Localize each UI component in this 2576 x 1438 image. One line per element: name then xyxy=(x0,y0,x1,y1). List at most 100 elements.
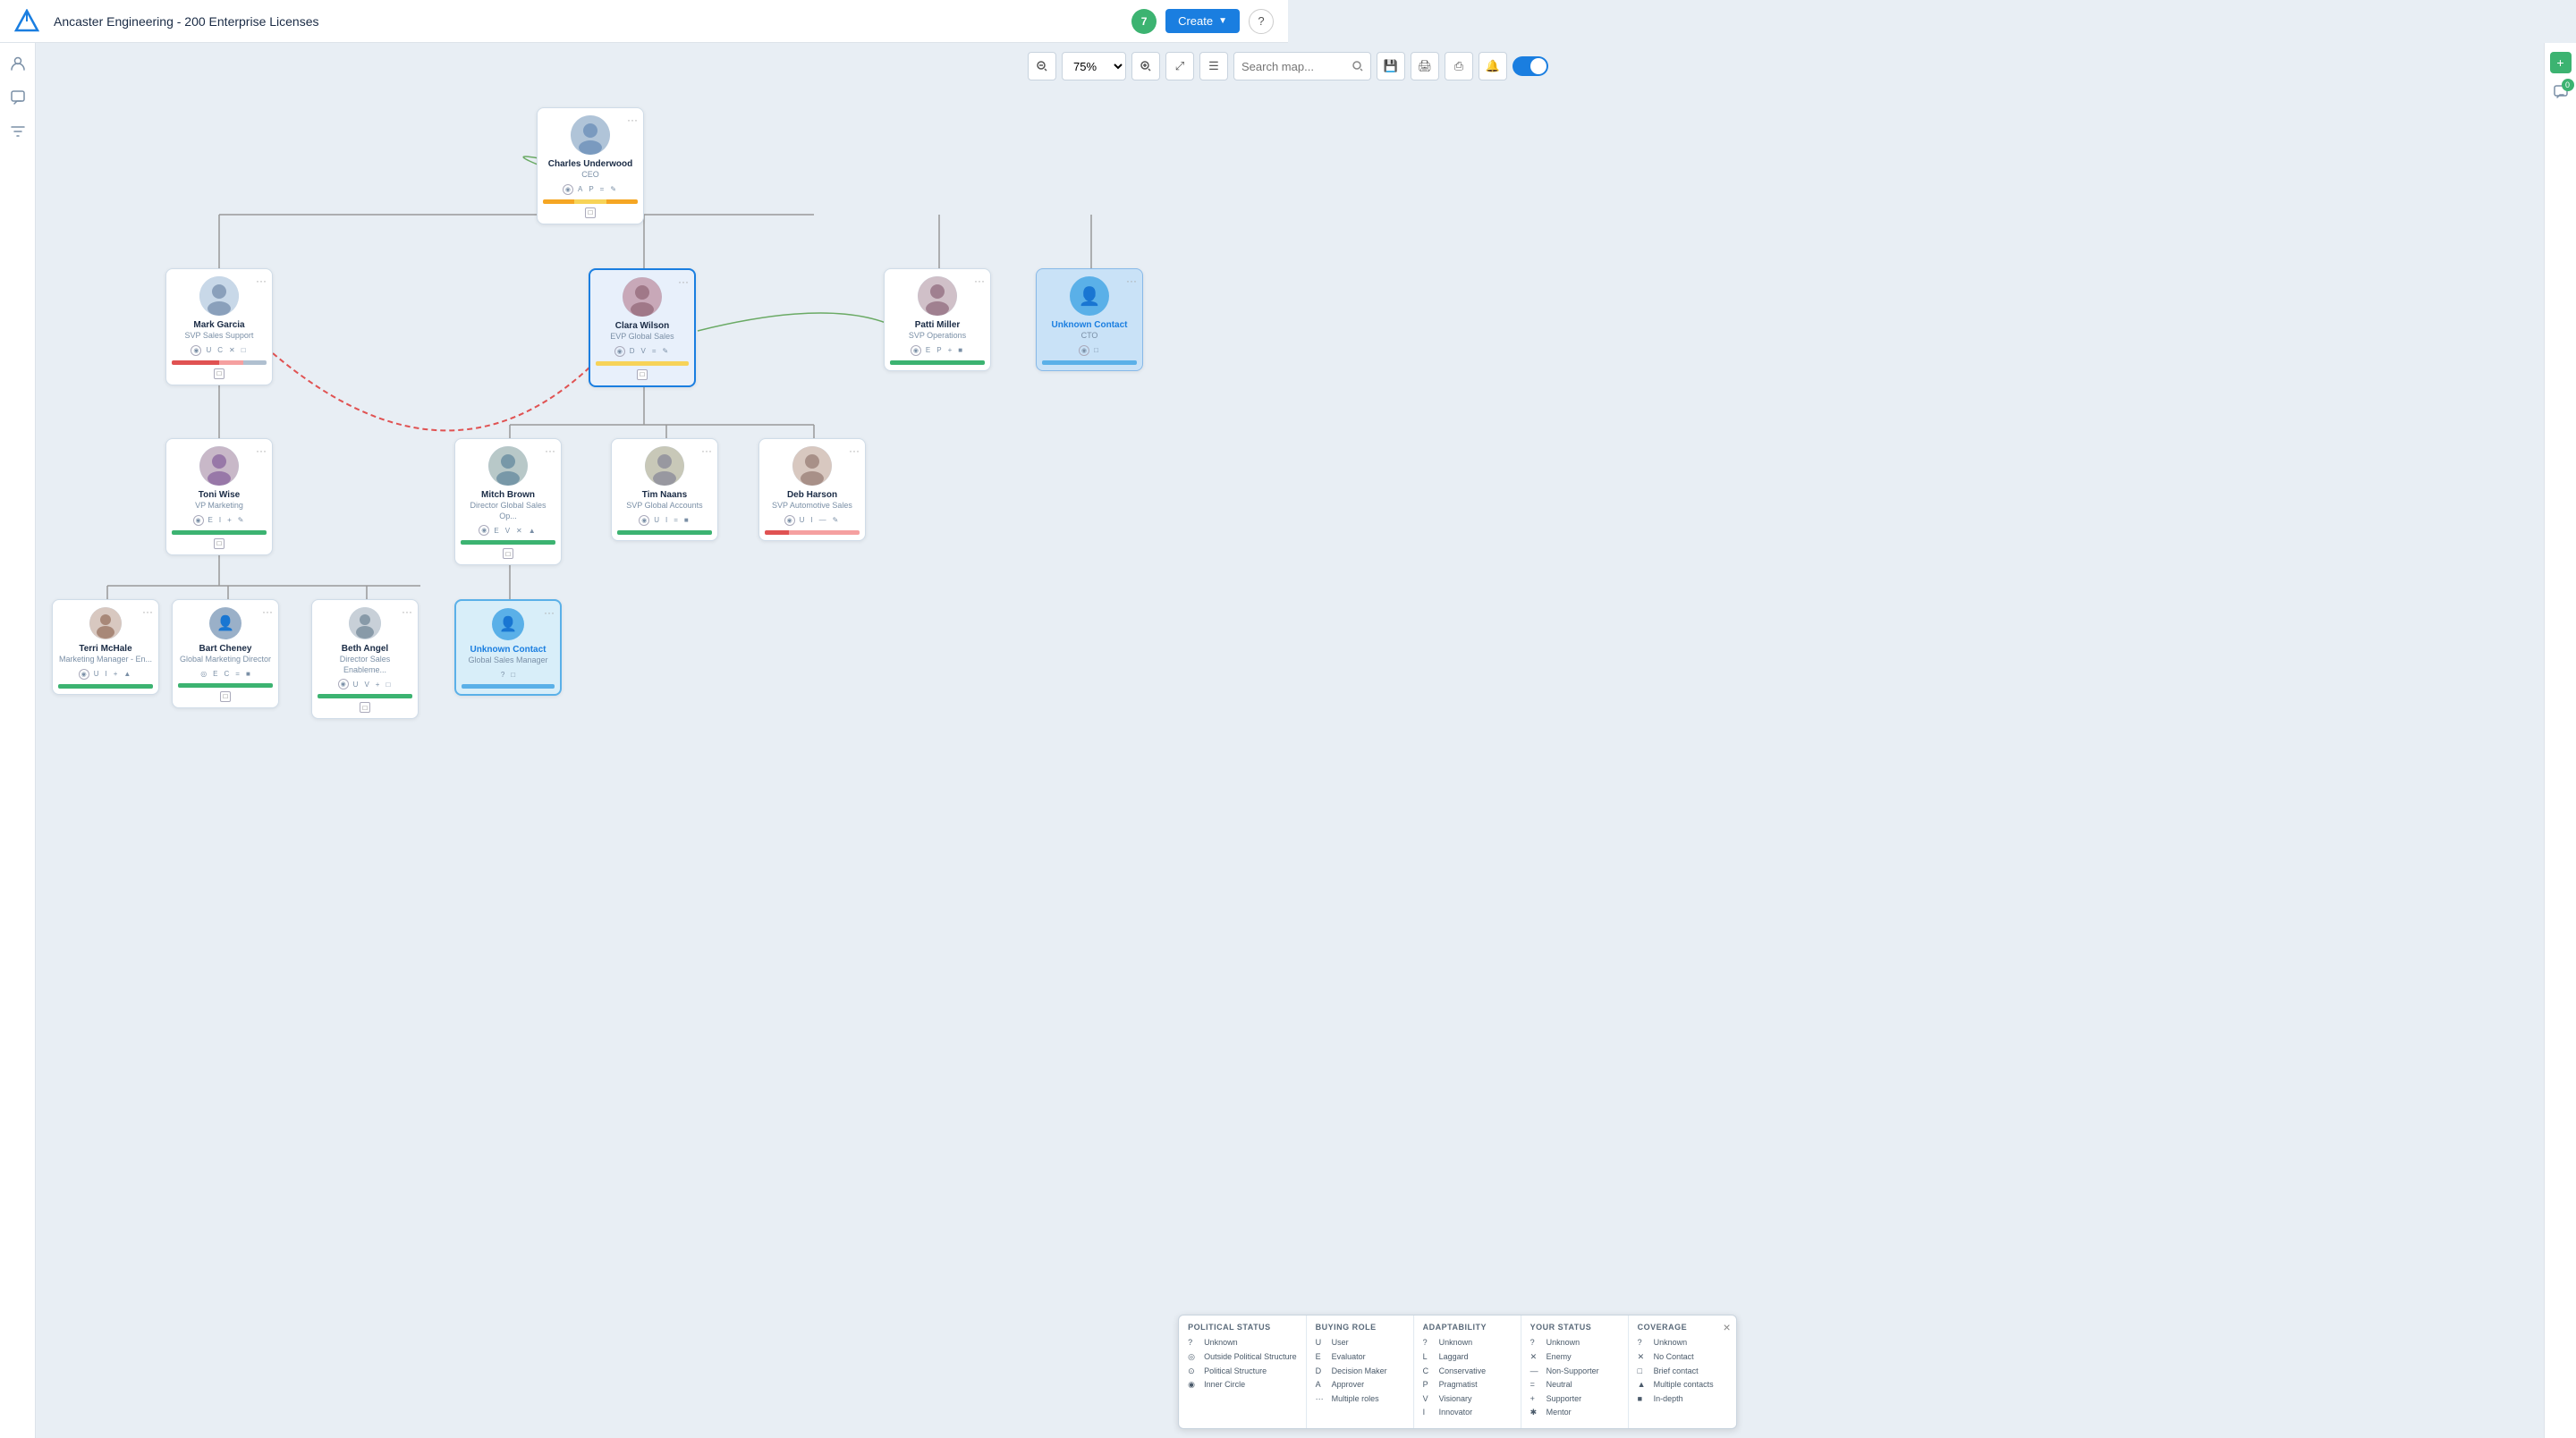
action-i-toni[interactable]: I xyxy=(217,515,223,525)
comments-icon[interactable]: 0 xyxy=(2553,84,2569,105)
expand-bart[interactable]: □ xyxy=(220,691,231,702)
action-e-toni[interactable]: E xyxy=(207,515,215,525)
action-status[interactable]: = xyxy=(598,184,606,194)
sidebar-icon-filter[interactable] xyxy=(8,122,28,141)
search-input[interactable] xyxy=(1241,60,1349,73)
create-button[interactable]: Create ▼ xyxy=(1165,9,1240,33)
action-u-tim[interactable]: U xyxy=(652,515,661,525)
action-p-toni[interactable]: ◉ xyxy=(193,515,204,526)
action-box-ucto[interactable]: □ xyxy=(1092,345,1100,355)
node-more-unknown-gsm[interactable]: ··· xyxy=(544,606,555,619)
node-more-tim[interactable]: ··· xyxy=(701,444,712,457)
action-x-mitch[interactable]: ✕ xyxy=(514,526,524,536)
action-u-terri[interactable]: U xyxy=(92,669,101,679)
node-more-bart[interactable]: ··· xyxy=(262,605,273,618)
action-edit-deb[interactable]: ✎ xyxy=(831,515,841,525)
node-more-unknown-cto[interactable]: ··· xyxy=(1126,275,1137,287)
action-v-mitch[interactable]: V xyxy=(504,526,512,536)
action-sq-tim[interactable]: ■ xyxy=(682,515,691,525)
action-q-ugsm[interactable]: ? xyxy=(499,670,506,680)
action-e-mitch[interactable]: E xyxy=(492,526,500,536)
print2-icon[interactable]: ⎙ xyxy=(1445,52,1473,80)
action-plus-toni[interactable]: + xyxy=(225,515,233,525)
action-d-clara[interactable]: D xyxy=(628,346,637,356)
action-p-ucto[interactable]: ◉ xyxy=(1079,345,1089,356)
action-eq-tim[interactable]: = xyxy=(672,515,680,525)
action-eq-bart[interactable]: = xyxy=(233,669,242,679)
action-p-mark[interactable]: ◉ xyxy=(191,345,201,356)
expand-mark[interactable]: □ xyxy=(214,368,225,379)
action-edit-clara[interactable]: ✎ xyxy=(661,346,671,356)
action-plus-beth[interactable]: + xyxy=(374,680,382,689)
notification-badge[interactable]: 7 xyxy=(1131,9,1157,34)
print-icon[interactable]: 🖨 xyxy=(1411,52,1439,80)
action-u-beth[interactable]: U xyxy=(352,680,360,689)
expand-charles[interactable]: □ xyxy=(585,207,596,218)
progress-charles xyxy=(543,199,638,204)
zoom-out-button[interactable] xyxy=(1028,52,1056,80)
action-p-mitch[interactable]: ◉ xyxy=(479,525,489,536)
node-more-terri[interactable]: ··· xyxy=(142,605,153,618)
action-tri-mitch[interactable]: ▲ xyxy=(527,526,538,536)
action-c-mark[interactable]: C xyxy=(216,345,225,355)
action-p-patti[interactable]: ◉ xyxy=(911,345,921,356)
expand-beth[interactable]: □ xyxy=(360,702,370,713)
expand-icon[interactable]: ⤢ xyxy=(1165,52,1194,80)
action-box-mark[interactable]: □ xyxy=(240,345,248,355)
save-icon[interactable]: 💾 xyxy=(1377,52,1405,80)
list-icon[interactable]: ☰ xyxy=(1199,52,1228,80)
audio-icon[interactable]: 🔔 xyxy=(1479,52,1507,80)
node-more-mitch[interactable]: ··· xyxy=(545,444,555,457)
action-plus-terri[interactable]: + xyxy=(112,669,120,679)
node-more-patti[interactable]: ··· xyxy=(974,275,985,287)
sidebar-icon-person[interactable] xyxy=(8,54,28,73)
toggle-switch[interactable] xyxy=(1513,56,1548,76)
action-dash-deb[interactable]: — xyxy=(818,515,828,525)
node-more-deb[interactable]: ··· xyxy=(849,444,860,457)
action-edit[interactable]: ✎ xyxy=(608,184,618,194)
action-adapt[interactable]: P xyxy=(587,184,595,194)
node-more-beth[interactable]: ··· xyxy=(402,605,412,618)
action-e-patti[interactable]: E xyxy=(924,345,932,355)
legend-close-button[interactable]: × xyxy=(1723,1321,1730,1333)
zoom-in-button[interactable] xyxy=(1131,52,1160,80)
expand-mitch[interactable]: □ xyxy=(503,548,513,559)
action-i-deb[interactable]: I xyxy=(809,515,814,525)
action-p-deb[interactable]: ◉ xyxy=(784,515,795,526)
action-sq-patti[interactable]: ■ xyxy=(956,345,964,355)
action-i-terri[interactable]: I xyxy=(103,669,108,679)
node-more-mark[interactable]: ··· xyxy=(256,275,267,287)
node-more-charles[interactable]: ··· xyxy=(627,114,638,126)
action-p-clara[interactable]: ◉ xyxy=(614,346,625,357)
zoom-select[interactable]: 75% 50% 100% xyxy=(1062,52,1126,80)
action-x-mark[interactable]: ✕ xyxy=(227,345,237,355)
action-plus-patti[interactable]: + xyxy=(946,345,954,355)
action-sq-bart[interactable]: ■ xyxy=(244,669,252,679)
node-more-toni[interactable]: ··· xyxy=(256,444,267,457)
action-p-tim[interactable]: ◉ xyxy=(639,515,649,526)
action-u-deb[interactable]: U xyxy=(798,515,807,525)
action-u-mark[interactable]: U xyxy=(204,345,213,355)
add-button[interactable]: + xyxy=(2550,52,2572,73)
help-button[interactable]: ? xyxy=(1249,9,1274,34)
action-p2-patti[interactable]: P xyxy=(935,345,943,355)
action-role[interactable]: A xyxy=(576,184,584,194)
action-v-beth[interactable]: V xyxy=(362,680,370,689)
action-p-beth[interactable]: ◉ xyxy=(338,679,349,689)
node-more-clara[interactable]: ··· xyxy=(678,275,689,288)
action-e-bart[interactable]: E xyxy=(211,669,219,679)
expand-toni[interactable]: □ xyxy=(214,538,225,549)
action-o-bart[interactable]: ◎ xyxy=(199,669,208,679)
action-edit-toni[interactable]: ✎ xyxy=(236,515,246,525)
sidebar-icon-chat[interactable] xyxy=(8,88,28,107)
action-political[interactable]: ◉ xyxy=(563,184,573,195)
action-c-bart[interactable]: C xyxy=(223,669,232,679)
action-i-tim[interactable]: I xyxy=(664,515,669,525)
action-box-ugsm[interactable]: □ xyxy=(509,670,517,680)
action-p-terri[interactable]: ◉ xyxy=(79,669,89,680)
expand-clara[interactable]: □ xyxy=(637,369,648,380)
action-box-beth[interactable]: □ xyxy=(384,680,392,689)
action-eq-clara[interactable]: = xyxy=(650,346,658,356)
action-v-clara[interactable]: V xyxy=(640,346,648,356)
action-tri-terri[interactable]: ▲ xyxy=(122,669,132,679)
